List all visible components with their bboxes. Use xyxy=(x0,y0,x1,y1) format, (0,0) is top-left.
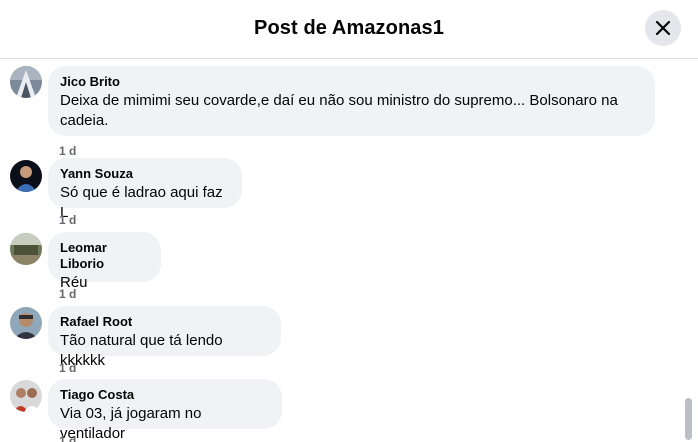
comment-author[interactable]: Leomar Liborio xyxy=(60,240,149,272)
comment-bubble: Rafael Root Tão natural que tá lendo kkk… xyxy=(48,306,281,369)
avatar[interactable] xyxy=(10,66,42,98)
comment-author[interactable]: Tiago Costa xyxy=(60,387,270,403)
comments-list[interactable]: Jico Brito Deixa de mimimi seu covarde,e… xyxy=(0,60,684,442)
comment-text: Via 03, já jogaram no ventilador xyxy=(60,405,202,442)
comment-bubble: Jico Brito Deixa de mimimi seu covarde,e… xyxy=(48,66,655,136)
comment-text: Só que é ladrao aqui faz L xyxy=(60,184,223,221)
comment-text: Deixa de mimimi seu covarde,e daí eu não… xyxy=(60,92,618,129)
comment-time[interactable]: 1 d xyxy=(59,213,76,227)
close-icon xyxy=(655,20,671,36)
close-button[interactable] xyxy=(645,10,681,46)
comment-time[interactable]: 1 d xyxy=(59,287,76,301)
avatar[interactable] xyxy=(10,380,42,412)
avatar[interactable] xyxy=(10,233,42,265)
avatar[interactable] xyxy=(10,307,42,339)
comment-time[interactable]: 1 d xyxy=(59,434,76,442)
avatar[interactable] xyxy=(10,160,42,192)
comment-time[interactable]: 1 d xyxy=(59,144,76,158)
comment-bubble: Yann Souza Só que é ladrao aqui faz L xyxy=(48,158,242,221)
comment-text: Tão natural que tá lendo kkkkkk xyxy=(60,332,223,369)
comment-bubble: Leomar Liborio Réu xyxy=(48,232,161,291)
comment-bubble: Tiago Costa Via 03, já jogaram no ventil… xyxy=(48,379,282,442)
comment-author[interactable]: Rafael Root xyxy=(60,314,269,330)
dialog-title: Post de Amazonas1 xyxy=(254,17,444,39)
comment-author[interactable]: Yann Souza xyxy=(60,166,230,182)
comment-time[interactable]: 1 d xyxy=(59,361,76,375)
post-dialog: Post de Amazonas1 Jico Brito Deixa de mi… xyxy=(0,0,698,442)
comment-author[interactable]: Jico Brito xyxy=(60,74,643,90)
scrollbar-thumb[interactable] xyxy=(685,398,692,440)
dialog-header: Post de Amazonas1 xyxy=(0,0,698,59)
